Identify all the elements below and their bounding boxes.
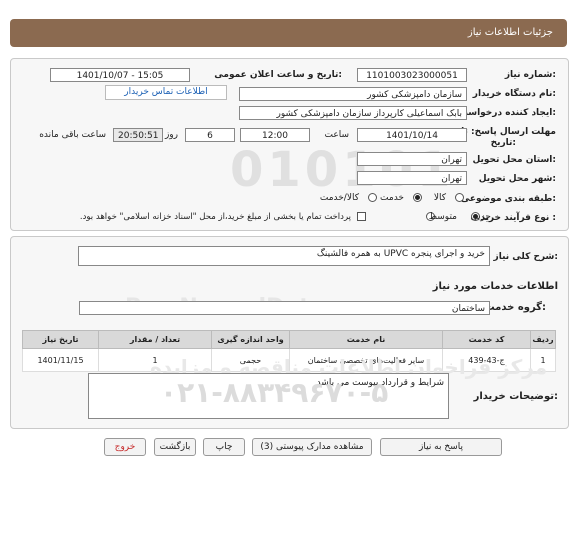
category-radio-goods-service[interactable] — [368, 193, 377, 202]
buyer-contact-link[interactable]: اطلاعات تماس خریدار — [105, 85, 227, 100]
process-option-minor: جزیی — [470, 212, 491, 222]
days-field: 6 — [185, 128, 235, 142]
summary-label: شرح کلی نیاز: — [493, 252, 558, 262]
group-label: گروه خدمت: — [484, 302, 546, 313]
process-option-medium: متوسط — [428, 212, 457, 222]
category-radio-service[interactable] — [413, 193, 422, 202]
remaining-label: ساعت باقی مانده — [39, 130, 106, 140]
table-header-row: ردیف کد خدمت نام خدمت واحد اندازه گیری ت… — [22, 330, 556, 349]
buyer-notes-label: توضیحات خریدار: — [473, 391, 558, 402]
attachments-button[interactable]: مشاهده مدارک پیوستی (3) — [252, 438, 372, 456]
group-field: ساختمان — [79, 301, 490, 315]
print-button[interactable]: چاپ — [203, 438, 245, 456]
buyer-field: سازمان دامپزشکی کشور — [239, 87, 467, 101]
deadline-label: مهلت ارسال پاسخ: تا — [461, 127, 556, 137]
province-field: تهران — [357, 152, 467, 166]
watermark-number: 010101 — [230, 142, 455, 198]
announce-label: تاریخ و ساعت اعلان عمومی: — [214, 70, 342, 80]
category-option-service: خدمت — [380, 193, 404, 203]
col-service-code: کد خدمت — [442, 330, 531, 349]
col-row-number: ردیف — [530, 330, 556, 349]
category-option-goods: کالا — [433, 193, 446, 203]
announce-field: 1401/10/07 - 15:05 — [50, 68, 190, 82]
watermark-phone: ۰۲۱-۸۸۳۴۹۶۷۰-۵ — [160, 376, 389, 409]
treasury-payment-note: پرداخت تمام یا بخشی از مبلغ خرید،از محل … — [79, 212, 351, 222]
col-unit: واحد اندازه گیری — [211, 330, 290, 349]
creator-label: ایجاد کننده درخواست: — [458, 108, 556, 118]
need-number-field: 1101003023000051 — [357, 68, 467, 82]
province-label: استان محل تحویل: — [472, 155, 556, 165]
creator-field: بابک اسماعیلی کارپرداز سازمان دامپزشکی ک… — [239, 106, 467, 120]
page-title: جزئیات اطلاعات نیاز — [467, 27, 553, 38]
need-number-label: شماره نیاز: — [504, 70, 556, 80]
col-service-name: نام خدمت — [289, 330, 443, 349]
deadline-date-field: 1401/10/14 — [357, 128, 467, 142]
deadline-time-label: ساعت — [324, 130, 350, 140]
back-button[interactable]: بازگشت — [154, 438, 196, 456]
buyer-label: نام دستگاه خریدار: — [472, 89, 556, 99]
remaining-field: 20:50:51 — [113, 128, 163, 142]
category-option-goods-service: کالا/خدمت — [319, 193, 359, 203]
page-header: جزئیات اطلاعات نیاز — [10, 19, 567, 47]
category-radio-goods[interactable] — [455, 193, 464, 202]
city-label: شهر محل تحویل: — [478, 174, 556, 184]
cell-need-date: 1401/11/15 — [22, 348, 99, 372]
deadline-time-field: 12:00 — [240, 128, 310, 142]
city-field: تهران — [357, 171, 467, 185]
category-label: طبقه بندی موضوعی: — [460, 194, 556, 204]
process-label: نوع فرآیند خرید : — [480, 213, 556, 223]
col-quantity: تعداد / مقدار — [98, 330, 212, 349]
services-heading: اطلاعات خدمات مورد نیاز — [432, 281, 558, 292]
treasury-payment-checkbox[interactable] — [357, 212, 366, 221]
deadline-label-date: تاریخ: — [490, 138, 516, 148]
col-need-date: تاریخ نیاز — [22, 330, 99, 349]
exit-button[interactable]: خروج — [104, 438, 146, 456]
reply-button[interactable]: پاسخ به نیاز — [380, 438, 502, 456]
summary-field: خرید و اجرای پنجره UPVC به همره فالشینگ — [78, 246, 490, 266]
